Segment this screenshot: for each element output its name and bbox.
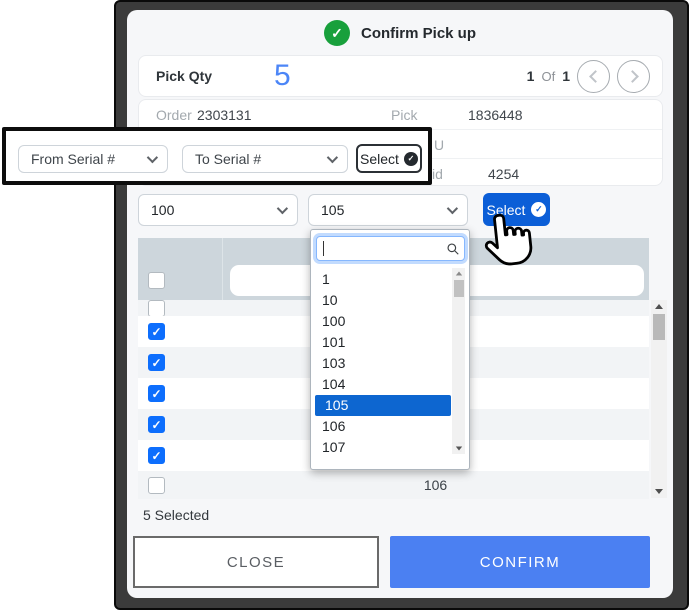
modal-title: Confirm Pick up	[361, 25, 476, 42]
table-row[interactable]: 106	[138, 471, 649, 499]
text-caret	[323, 241, 324, 256]
page-current: 1	[527, 68, 535, 84]
selected-count: 5 Selected	[143, 507, 209, 523]
dropdown-item[interactable]: 103	[312, 353, 452, 374]
column-divider	[222, 238, 223, 300]
from-serial-placeholder-select[interactable]: From Serial #	[18, 145, 168, 173]
chevron-down-icon	[277, 203, 288, 214]
chevron-right-icon	[626, 70, 639, 83]
dropdown-item[interactable]: 107	[312, 437, 452, 458]
order-label: Order	[156, 107, 192, 123]
row-checkbox[interactable]	[148, 300, 165, 317]
to-serial-placeholder-select[interactable]: To Serial #	[182, 145, 348, 173]
pick-qty-value: 5	[274, 61, 291, 91]
row-checkbox[interactable]	[148, 354, 165, 371]
close-button[interactable]: CLOSE	[133, 536, 379, 588]
check-circle-icon: ✓	[404, 152, 418, 166]
success-check-icon: ✓	[324, 20, 350, 46]
page-total: 1	[562, 68, 570, 84]
page-of-label: Of	[541, 69, 555, 84]
dropdown-search-input[interactable]	[316, 236, 465, 261]
sku-label-fragment: U	[434, 137, 444, 153]
select-all-checkbox[interactable]	[148, 272, 165, 289]
scroll-down-icon[interactable]	[655, 489, 663, 494]
pick-label: Pick	[391, 107, 417, 123]
table-scrollbar[interactable]	[651, 300, 667, 498]
dropdown-scrollbar[interactable]	[452, 268, 465, 454]
row-checkbox[interactable]	[148, 477, 165, 494]
overlay-select-button[interactable]: Select ✓	[356, 144, 422, 173]
dropdown-item[interactable]: 10	[312, 290, 452, 311]
to-serial-placeholder: To Serial #	[195, 151, 261, 167]
pagination: 1 Of 1	[527, 60, 650, 93]
dropdown-item[interactable]: 101	[312, 332, 452, 353]
dropdown-item[interactable]: 100	[312, 311, 452, 332]
overlay-select-label: Select	[360, 151, 399, 167]
chevron-down-icon	[147, 152, 158, 163]
row-checkbox[interactable]	[148, 323, 165, 340]
dropdown-item-selected[interactable]: 105	[315, 395, 451, 416]
from-serial-placeholder: From Serial #	[31, 151, 115, 167]
row-checkbox[interactable]	[148, 416, 165, 433]
scroll-up-icon[interactable]	[655, 304, 663, 309]
confirm-button[interactable]: CONFIRM	[390, 536, 650, 588]
serial-annotation-overlay: From Serial # To Serial # Select ✓	[2, 127, 432, 185]
next-page-button[interactable]	[617, 60, 650, 93]
from-serial-value: 100	[151, 202, 174, 218]
scrollbar-thumb[interactable]	[653, 314, 665, 340]
to-serial-value: 105	[321, 202, 344, 218]
from-serial-select[interactable]: 100	[138, 194, 298, 226]
chevron-down-icon	[447, 203, 458, 214]
page-root: ✓ Confirm Pick up Pick Qty 5 1 Of 1 Orde…	[0, 0, 689, 610]
scroll-down-icon[interactable]	[455, 447, 461, 451]
id-value: 4254	[488, 166, 519, 182]
chevron-down-icon	[327, 152, 338, 163]
serial-dropdown-panel: 1 10 100 101 103 104 105 106 107	[310, 229, 470, 470]
chevron-left-icon	[589, 70, 602, 83]
pick-qty-label: Pick Qty	[156, 68, 212, 84]
row-checkbox[interactable]	[148, 385, 165, 402]
pick-qty-card: Pick Qty 5 1 Of 1	[138, 55, 663, 97]
order-value: 2303131	[197, 107, 252, 123]
dropdown-item[interactable]: 106	[312, 416, 452, 437]
dropdown-item[interactable]: 104	[312, 374, 452, 395]
dropdown-item[interactable]: 1	[312, 269, 452, 290]
prev-page-button[interactable]	[577, 60, 610, 93]
info-row-order: Order 2303131 Pick 1836448	[139, 100, 662, 129]
hand-cursor-icon	[478, 208, 536, 269]
row-checkbox[interactable]	[148, 447, 165, 464]
modal-header: ✓ Confirm Pick up	[127, 18, 673, 48]
row-value: 106	[222, 477, 649, 493]
id-label-fragment: id	[432, 166, 443, 182]
dropdown-list: 1 10 100 101 103 104 105 106 107	[312, 269, 452, 458]
to-serial-select[interactable]: 105	[308, 194, 468, 226]
scrollbar-thumb[interactable]	[454, 280, 464, 297]
scroll-up-icon[interactable]	[455, 272, 461, 276]
check-circle-icon: ✓	[531, 202, 546, 217]
search-icon	[446, 242, 460, 256]
pick-value: 1836448	[468, 107, 523, 123]
